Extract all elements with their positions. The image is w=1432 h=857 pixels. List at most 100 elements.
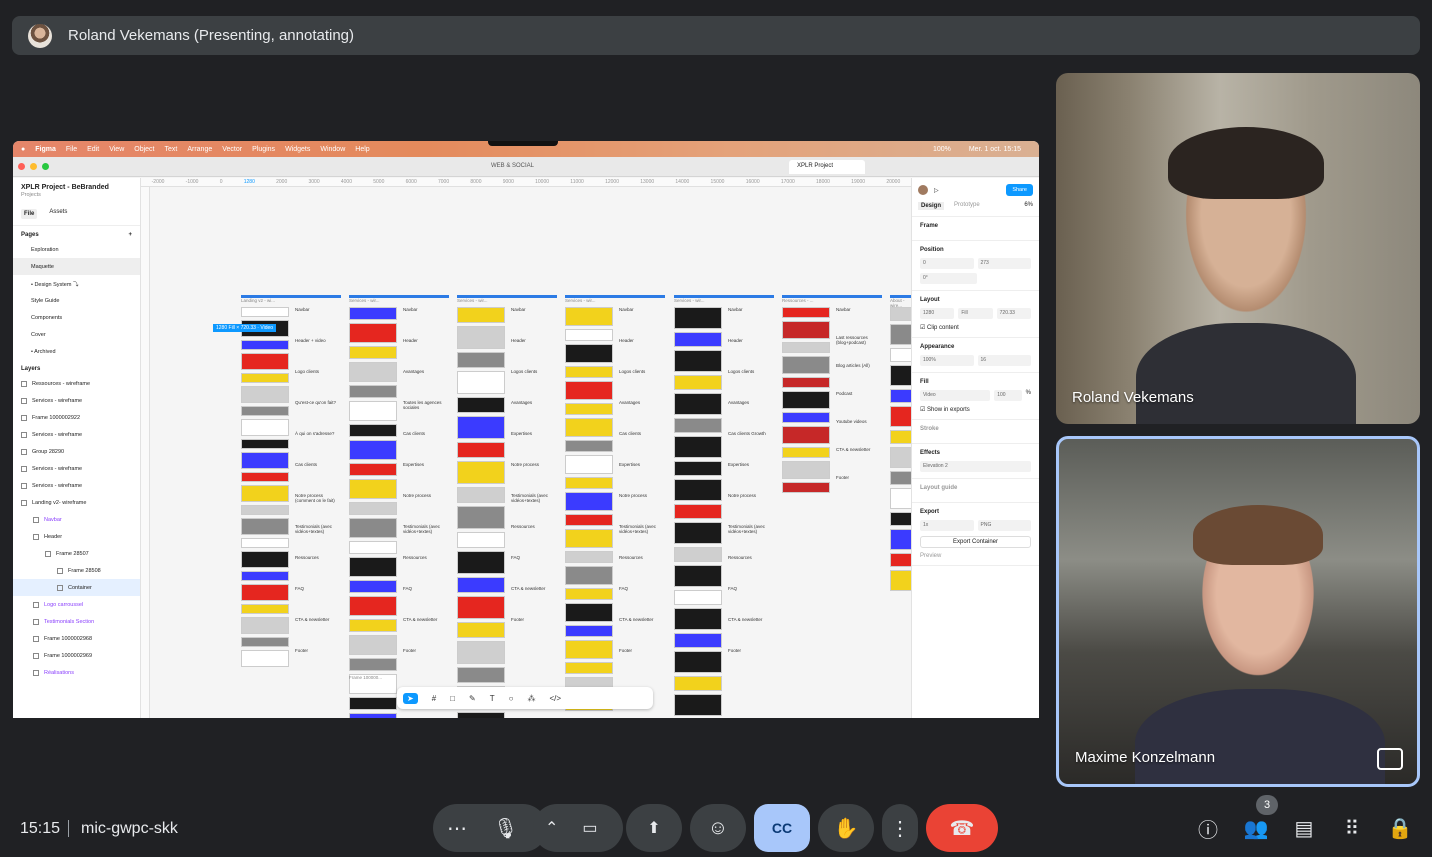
microphone-icon[interactable]: 🎙 bbox=[493, 816, 518, 841]
preview-toggle[interactable]: Preview bbox=[920, 553, 1031, 559]
width-field[interactable]: 1280 bbox=[920, 308, 955, 319]
layer-item[interactable]: Frame 1000002969 bbox=[13, 647, 140, 664]
tab-design[interactable]: Design bbox=[918, 202, 945, 210]
stroke-title[interactable]: Stroke bbox=[920, 426, 1031, 432]
frame-title[interactable]: Services - wir... bbox=[674, 298, 705, 303]
layer-item[interactable]: Réalisations bbox=[13, 664, 140, 681]
participant-tile-roland[interactable]: Roland Vekemans bbox=[1056, 73, 1420, 424]
design-canvas[interactable]: Landing v2 - wi... Navbar Header + video Lo… bbox=[150, 187, 920, 718]
frame-title[interactable]: Landing v2 - wi... bbox=[241, 298, 275, 303]
frame-tool-icon[interactable]: # bbox=[432, 694, 436, 703]
layout-guide-title[interactable]: Layout guide bbox=[920, 485, 1031, 491]
layer-item[interactable]: Group 28290 bbox=[13, 443, 140, 460]
wireframe-column[interactable] bbox=[241, 307, 289, 670]
frame-title[interactable]: Services - wir... bbox=[565, 298, 596, 303]
minimize-window-icon[interactable] bbox=[30, 163, 37, 170]
page-item[interactable]: Cover bbox=[13, 326, 140, 343]
layer-item[interactable]: Frame 1000002922 bbox=[13, 409, 140, 426]
chat-icon[interactable]: ▤ bbox=[1292, 816, 1316, 840]
radius-field[interactable]: 16 bbox=[977, 355, 1031, 366]
layer-item[interactable]: Header bbox=[13, 528, 140, 545]
comment-tool-icon[interactable]: ○ bbox=[509, 694, 514, 703]
participant-tile-maxime[interactable]: Maxime Konzelmann bbox=[1056, 436, 1420, 787]
menu-plugins[interactable]: Plugins bbox=[252, 146, 275, 153]
y-field[interactable]: 273 bbox=[977, 258, 1031, 269]
frame-label[interactable]: Frame bbox=[920, 223, 1031, 229]
menu-figma[interactable]: Figma bbox=[35, 146, 56, 153]
share-button[interactable]: Share bbox=[1006, 184, 1033, 196]
menu-help[interactable]: Help bbox=[355, 146, 369, 153]
rotation-field[interactable]: 0° bbox=[920, 273, 977, 284]
export-button[interactable]: Export Container bbox=[920, 536, 1031, 548]
frame-title[interactable]: Frame 100000... bbox=[349, 675, 382, 680]
zoom-level[interactable]: 6% bbox=[1024, 202, 1033, 210]
more-options-button[interactable]: ⋮ bbox=[882, 804, 918, 852]
actions-tool-icon[interactable]: ⁂ bbox=[527, 694, 535, 703]
tab-assets[interactable]: Assets bbox=[49, 209, 67, 219]
people-icon[interactable]: 👥 bbox=[1244, 816, 1269, 840]
tab-xplr-project[interactable]: XPLR Project bbox=[789, 160, 865, 174]
export-scale[interactable]: 1x bbox=[920, 520, 974, 531]
page-item[interactable]: Components bbox=[13, 309, 140, 326]
menu-view[interactable]: View bbox=[109, 146, 124, 153]
page-item[interactable]: Maquette bbox=[13, 258, 140, 275]
raise-hand-button[interactable]: ✋ bbox=[818, 804, 874, 852]
wireframe-column[interactable] bbox=[457, 307, 505, 718]
leave-call-button[interactable]: ☎ bbox=[926, 804, 998, 852]
layer-item[interactable]: Services - wireframe bbox=[13, 426, 140, 443]
wireframe-column[interactable] bbox=[565, 307, 613, 714]
frame-title[interactable]: Ressources - ... bbox=[782, 298, 814, 303]
move-tool-icon[interactable]: ➤ bbox=[403, 692, 418, 704]
layer-item[interactable]: Testimonials Section bbox=[13, 613, 140, 630]
user-avatar[interactable] bbox=[918, 185, 928, 195]
add-page-icon[interactable]: + bbox=[128, 232, 132, 238]
close-window-icon[interactable] bbox=[18, 163, 25, 170]
text-tool-icon[interactable]: T bbox=[490, 694, 495, 703]
menu-object[interactable]: Object bbox=[134, 146, 154, 153]
wireframe-column[interactable] bbox=[674, 307, 722, 718]
layer-item[interactable]: Ressources - wireframe bbox=[13, 375, 140, 392]
camera-icon[interactable]: ▭ bbox=[582, 818, 597, 838]
present-icon[interactable]: ▷ bbox=[934, 187, 939, 194]
menu-window[interactable]: Window bbox=[320, 146, 345, 153]
menu-file[interactable]: File bbox=[66, 146, 77, 153]
audio-options-icon[interactable]: ⋯ bbox=[447, 816, 467, 841]
layer-item[interactable]: Frame 28507 bbox=[13, 545, 140, 562]
menu-arrange[interactable]: Arrange bbox=[187, 146, 212, 153]
dev-mode-icon[interactable]: </> bbox=[549, 694, 561, 703]
present-screen-button[interactable]: ⬆ bbox=[626, 804, 682, 852]
fill-name[interactable]: Video bbox=[920, 390, 991, 401]
captions-button[interactable]: CC bbox=[754, 804, 810, 852]
page-item[interactable]: • Archived bbox=[13, 343, 140, 360]
menu-edit[interactable]: Edit bbox=[87, 146, 99, 153]
pen-tool-icon[interactable]: ✎ bbox=[469, 694, 476, 703]
tab-web-social[interactable]: WEB & SOCIAL bbox=[483, 160, 542, 174]
menu-widgets[interactable]: Widgets bbox=[285, 146, 310, 153]
menu-vector[interactable]: Vector bbox=[222, 146, 242, 153]
page-item[interactable]: Style Guide bbox=[13, 292, 140, 309]
height-field[interactable]: 720.33 bbox=[996, 308, 1031, 319]
layer-item[interactable]: Logo carroussel bbox=[13, 596, 140, 613]
layer-item[interactable]: Services - wireframe bbox=[13, 477, 140, 494]
width-mode[interactable]: Fill bbox=[958, 308, 993, 319]
picture-in-picture-icon[interactable] bbox=[1377, 748, 1403, 770]
layer-item[interactable]: Services - wireframe bbox=[13, 392, 140, 409]
clip-content-checkbox[interactable]: ☑ Clip content bbox=[920, 324, 1031, 331]
project-name[interactable]: XPLR Project - BeBranded bbox=[13, 178, 140, 191]
chevron-up-icon[interactable]: ⌃ bbox=[545, 818, 558, 838]
emoji-reactions-button[interactable]: ☺ bbox=[690, 804, 746, 852]
page-item[interactable]: Exploration bbox=[13, 241, 140, 258]
rectangle-tool-icon[interactable]: □ bbox=[450, 694, 455, 703]
host-controls-icon[interactable]: 🔒 bbox=[1388, 816, 1413, 840]
x-field[interactable]: 0 bbox=[920, 258, 974, 269]
meeting-code[interactable]: mic-gwpc-skk bbox=[81, 820, 178, 838]
opacity-field[interactable]: 100% bbox=[920, 355, 974, 366]
menu-text[interactable]: Text bbox=[164, 146, 177, 153]
page-item[interactable]: • Design System ⤵ bbox=[13, 275, 140, 292]
layer-item[interactable]: Landing v2- wireframe bbox=[13, 494, 140, 511]
layer-item[interactable]: Frame 28508 bbox=[13, 562, 140, 579]
frame-title[interactable]: Services - wir... bbox=[457, 298, 488, 303]
wireframe-column[interactable] bbox=[782, 307, 830, 496]
tab-prototype[interactable]: Prototype bbox=[954, 202, 980, 210]
meeting-info-icon[interactable]: ⓘ bbox=[1196, 816, 1220, 842]
